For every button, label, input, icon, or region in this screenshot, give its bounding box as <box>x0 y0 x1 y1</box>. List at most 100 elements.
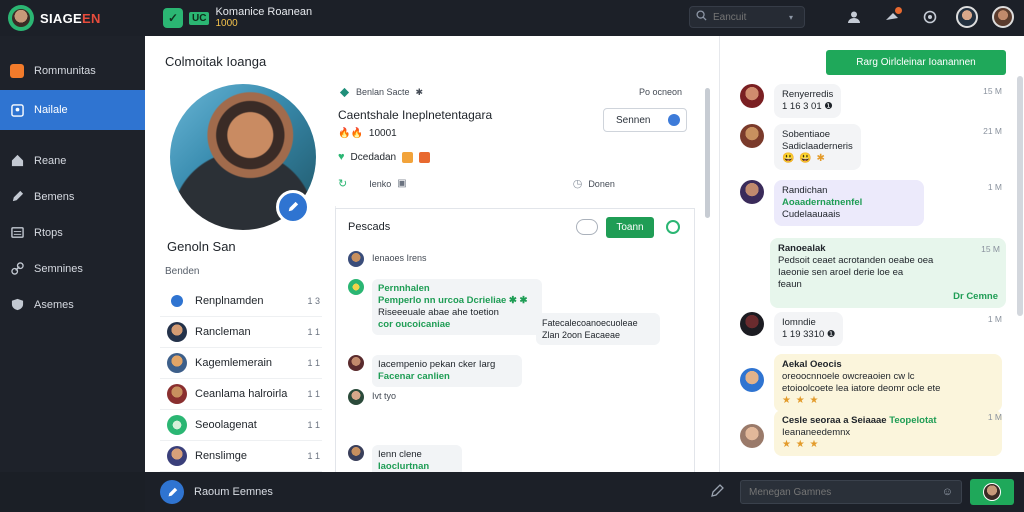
sidebar-item-edit[interactable]: Bemens <box>0 180 145 213</box>
avatar <box>740 84 764 108</box>
chat-message[interactable]: Sobentiaoe Sadiclaaderneris 😃 😃 ✱ 21 M <box>740 124 1002 170</box>
side-note: Fatecalecoanoecuoleae Zlan 2oon Eacaeae <box>536 313 660 345</box>
list-item[interactable]: Ivt tyo <box>348 389 396 405</box>
pencil-icon[interactable] <box>710 484 724 501</box>
chat-message[interactable]: Renyerredis 1 16 3 01 ❶ 15 M <box>740 84 1002 118</box>
sidebar-item-home[interactable]: Reane <box>0 144 145 177</box>
bottom-label: Raoum Eemnes <box>194 486 273 498</box>
post-bubble: Pernnhalen Pemperlo nn urcoa Dcrieliae ✱… <box>372 279 542 335</box>
sidebar-item-tops[interactable]: Rtops <box>0 216 145 249</box>
chevron-down-icon[interactable]: ▾ <box>789 13 793 22</box>
sidebar: Rommunitas Nailale Reane Bemens Rtops Se… <box>0 36 151 472</box>
scrollbar[interactable] <box>1017 76 1023 316</box>
clock-icon: ◷ <box>572 178 583 190</box>
search-box[interactable]: ▾ <box>689 6 805 28</box>
sidebar-item-label: Semnines <box>34 262 83 275</box>
fire-icon: 🔥🔥 <box>338 128 363 139</box>
compose-button[interactable] <box>160 480 184 504</box>
user-icon[interactable] <box>842 5 866 29</box>
list-item[interactable]: Rancleman 1 1 <box>160 317 322 348</box>
avatar <box>740 368 764 392</box>
list-item[interactable]: Seoolagenat 1 1 <box>160 410 322 441</box>
brand-logo <box>8 5 34 31</box>
page-title: Colmoitak Ioanga <box>165 54 267 69</box>
avatar <box>167 384 187 404</box>
bottom-bar: Raoum Eemnes ☺ <box>145 472 1024 512</box>
chat-message[interactable]: Aekal Oeocis oreoocnnoele owcreaoien cw … <box>740 354 1002 412</box>
chat-panel: Rarg Oirlcleinar Ioanannen Renyerredis 1… <box>719 36 1024 472</box>
settings-icon[interactable] <box>918 5 942 29</box>
chat-message[interactable]: Randichan Aoaadernatnenfel Cudelaauaais … <box>740 180 1002 226</box>
list-item[interactable]: Ienaoes Irens <box>348 251 427 267</box>
scrollbar[interactable] <box>705 88 710 218</box>
edit-avatar-button[interactable] <box>276 190 310 224</box>
avatar <box>167 415 187 435</box>
list-item[interactable]: Pernnhalen Pemperlo nn urcoa Dcrieliae ✱… <box>348 279 542 335</box>
sidebar-item-label: Nailale <box>34 104 68 116</box>
refresh-icon[interactable] <box>666 220 680 234</box>
posts-heading: Pescads <box>348 221 391 233</box>
avatar <box>348 355 364 371</box>
avatar[interactable] <box>956 6 978 28</box>
badge-icon: ♥ <box>338 151 345 163</box>
list-item[interactable]: Iacempenio pekan cker Iarg Facenar canli… <box>348 355 522 387</box>
list-item[interactable]: Renplnamden 1 3 <box>160 286 322 317</box>
message-field[interactable]: ☺ <box>740 480 962 504</box>
brand-name: SIAGEEN <box>40 10 101 26</box>
sidebar-item-users[interactable]: Nailale <box>0 90 151 130</box>
avatar <box>167 291 187 311</box>
search-input[interactable] <box>713 11 783 23</box>
avatar <box>348 279 364 295</box>
pencil-icon <box>288 201 299 212</box>
avatar[interactable] <box>992 6 1014 28</box>
notification-icon[interactable] <box>880 5 904 29</box>
sidebar-item-links[interactable]: Semnines <box>0 252 145 285</box>
avatar <box>740 312 764 336</box>
chat-message[interactable]: Cesle seoraa a Seiaaae Teopelotat Ieanan… <box>740 410 1002 456</box>
users-icon <box>10 103 24 117</box>
list-item[interactable]: Kagemlemerain 1 1 <box>160 348 322 379</box>
home-icon <box>10 154 24 168</box>
image-icon: ▣ <box>397 178 407 189</box>
profile-info: Benlan Sacte ✱ Po ocneon Caentshale Inep… <box>338 86 698 191</box>
sidebar-item-label: Reane <box>34 154 67 167</box>
badge-chip <box>419 151 431 163</box>
sidebar-item-label: Rtops <box>34 226 63 239</box>
pencil-icon <box>168 487 177 496</box>
app-code: UC <box>189 11 210 25</box>
section-label: Benden <box>165 266 200 277</box>
join-button[interactable]: Toann <box>606 217 654 238</box>
sidebar-item-community[interactable]: Rommunitas <box>0 54 145 87</box>
chat-message[interactable]: Ranoealak Pedsoit ceaet acrotanden oeabe… <box>770 238 1006 308</box>
friends-list: Renplnamden 1 3 Rancleman 1 1 Kagemlemer… <box>160 286 322 472</box>
list-icon <box>10 226 24 240</box>
search-button[interactable]: Sennen <box>603 108 687 132</box>
start-chat-button[interactable]: Rarg Oirlcleinar Ioanannen <box>826 50 1006 75</box>
brand[interactable]: SIAGEEN <box>0 5 145 31</box>
shield-icon <box>10 298 24 312</box>
avatar <box>167 446 187 466</box>
search-icon <box>696 10 707 24</box>
list-item[interactable]: Ceanlama halroirla 1 1 <box>160 379 322 410</box>
chat-message[interactable]: Iomndie 1 19 3310 ❶ 1 M <box>740 312 1002 346</box>
sidebar-item-label: Bemens <box>34 190 75 203</box>
avatar <box>740 180 764 204</box>
app-title: Komanice Roanean 1000 <box>215 6 313 29</box>
sidebar-item-label: Rommunitas <box>34 64 96 77</box>
link-icon <box>10 262 24 276</box>
top-bar: SIAGEEN ✓ UC Komanice Roanean 1000 ▾ <box>0 0 1024 36</box>
list-item[interactable]: Renslimge 1 1 <box>160 441 322 472</box>
post-bubble: Iacempenio pekan cker Iarg Facenar canli… <box>372 355 522 387</box>
notification-dot <box>895 7 902 14</box>
badge-chip <box>402 151 414 163</box>
send-button[interactable] <box>970 479 1014 505</box>
app-identity[interactable]: ✓ UC Komanice Roanean 1000 <box>163 6 312 30</box>
profile-name: Genoln San <box>167 239 236 254</box>
sidebar-item-security[interactable]: Asemes <box>0 288 145 321</box>
avatar <box>348 389 364 405</box>
message-input[interactable] <box>749 486 929 498</box>
emoji-icon[interactable]: ☺ <box>942 486 953 498</box>
avatar <box>348 445 364 461</box>
avatar <box>983 483 1001 501</box>
toggle[interactable] <box>576 219 598 235</box>
